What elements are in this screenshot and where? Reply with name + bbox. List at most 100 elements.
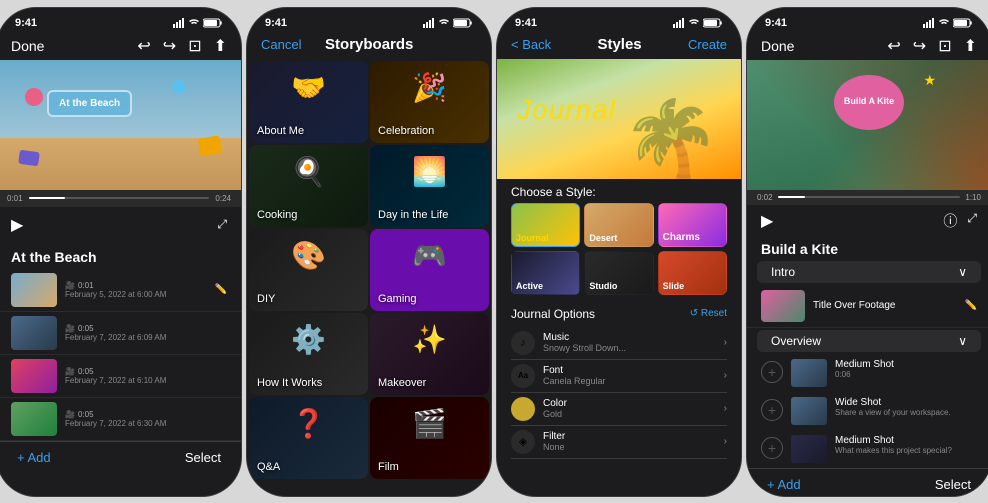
- sb-diy[interactable]: 🎨 DIY: [249, 229, 368, 311]
- journal-preview: 🌴 Journal: [497, 59, 741, 179]
- timeline-4[interactable]: 0:02 1:10: [747, 190, 988, 205]
- option-music-value: Snowy Stroll Down...: [543, 343, 716, 353]
- style-slide[interactable]: Slide: [658, 251, 727, 295]
- expand-button-4[interactable]: ⤢: [967, 211, 977, 231]
- add-medium-shot-button[interactable]: +: [761, 361, 783, 383]
- clip-edit-0[interactable]: ✏️: [215, 284, 227, 295]
- storyboard-icon[interactable]: ⊡: [188, 36, 201, 56]
- play-button-4[interactable]: ▶: [761, 211, 773, 231]
- style-charms[interactable]: Charms: [658, 203, 727, 247]
- kite-title-text: Build A Kite: [844, 96, 894, 108]
- status-time-2: 9:41: [265, 17, 287, 29]
- storyboard-icon-4[interactable]: ⊡: [938, 36, 951, 56]
- signal-icon: [173, 18, 185, 28]
- status-time-1: 9:41: [15, 17, 37, 29]
- phone-3: 9:41 < Back Styles Create 🌴 Journal Choo…: [496, 7, 742, 497]
- start-time-1: 0:01: [7, 194, 23, 203]
- sb-cooking[interactable]: 🍳 Cooking: [249, 145, 368, 227]
- add-wide-shot-button[interactable]: +: [761, 399, 783, 421]
- phone-1: 9:41 Done ↩ ↪ ⊡ ⬆ At the Beach: [0, 7, 242, 497]
- bottom-bar-4: + Add Select: [747, 468, 988, 497]
- wide-shot-thumb: [791, 397, 827, 425]
- style-studio-label: Studio: [589, 281, 617, 291]
- style-journal[interactable]: Journal: [511, 203, 580, 247]
- option-music[interactable]: ♪ Music Snowy Stroll Down... ›: [511, 327, 727, 360]
- add-button-4[interactable]: + Add: [767, 477, 801, 492]
- status-bar-3: 9:41: [497, 8, 741, 32]
- option-filter[interactable]: ◈ Filter None ›: [511, 426, 727, 459]
- sb-qa[interactable]: ❓ Q&A: [249, 397, 368, 479]
- status-icons-4: [923, 18, 973, 28]
- star-decoration: ★: [923, 72, 936, 89]
- timeline-bar-1[interactable]: [29, 197, 210, 199]
- add-medium-shot-2-button[interactable]: +: [761, 437, 783, 459]
- deco-rect2: [18, 149, 40, 166]
- title-card-text: At the Beach: [59, 98, 120, 109]
- style-desert[interactable]: Desert: [584, 203, 653, 247]
- intro-thumb: [761, 290, 805, 322]
- cancel-button[interactable]: Cancel: [261, 37, 301, 52]
- clip-thumb-3: [11, 402, 57, 436]
- sb-how-it-works[interactable]: ⚙️ How It Works: [249, 313, 368, 395]
- options-reset-button[interactable]: ↺ Reset: [690, 308, 727, 319]
- clip-thumb-0: [11, 273, 57, 307]
- undo-icon-4[interactable]: ↩: [887, 36, 900, 56]
- redo-icon-4[interactable]: ↪: [913, 36, 926, 56]
- play-button-1[interactable]: ▶: [11, 215, 23, 235]
- overview-wide-shot[interactable]: + Wide Shot Share a view of your workspa…: [747, 392, 988, 430]
- overview-medium-shot[interactable]: + Medium Shot 0:06: [747, 354, 988, 392]
- add-button-1[interactable]: + Add: [17, 450, 51, 465]
- style-studio[interactable]: Studio: [584, 251, 653, 295]
- medium-shot-info: Medium Shot 0:06: [835, 359, 977, 379]
- title-over-footage-item[interactable]: Title Over Footage ✏️: [747, 285, 988, 328]
- sb-makeover[interactable]: ✨ Makeover: [370, 313, 489, 395]
- redo-icon[interactable]: ↪: [163, 36, 176, 56]
- share-icon[interactable]: ⬆: [214, 36, 227, 56]
- expand-button-1[interactable]: ⤢: [217, 217, 227, 232]
- phone3-header: < Back Styles Create: [497, 32, 741, 59]
- medium-shot-thumb: [791, 359, 827, 387]
- option-music-chevron: ›: [724, 337, 727, 348]
- storyboards-title: Storyboards: [325, 36, 413, 53]
- done-button[interactable]: Done: [11, 38, 44, 54]
- timeline-bar-4[interactable]: [778, 196, 961, 198]
- overview-segment-header[interactable]: Overview ∨: [757, 330, 981, 352]
- create-button[interactable]: Create: [688, 37, 727, 52]
- wifi-icon: [189, 18, 199, 28]
- intro-segment-header[interactable]: Intro ∨: [757, 261, 981, 283]
- info-button-4[interactable]: ⓘ: [943, 211, 957, 231]
- phone1-nav: Done ↩ ↪ ⊡ ⬆: [0, 32, 241, 60]
- overview-medium-shot-2[interactable]: + Medium Shot What makes this project sp…: [747, 430, 988, 468]
- undo-icon[interactable]: ↩: [137, 36, 150, 56]
- video-timeline-1[interactable]: 0:01 0:24: [0, 190, 241, 207]
- option-font[interactable]: Aa Font Canela Regular ›: [511, 360, 727, 393]
- intro-edit-icon[interactable]: ✏️: [965, 300, 977, 311]
- select-button-4[interactable]: Select: [935, 477, 971, 492]
- clip-item-1[interactable]: 🎥 0:05 February 7, 2022 at 6:09 AM: [0, 312, 241, 355]
- timeline-progress-4: [778, 196, 805, 198]
- medium-shot-2-thumb: [791, 435, 827, 463]
- status-time-3: 9:41: [515, 17, 537, 29]
- sb-film[interactable]: 🎬 Film: [370, 397, 489, 479]
- back-button[interactable]: < Back: [511, 37, 551, 52]
- style-active[interactable]: Active: [511, 251, 580, 295]
- share-icon-4[interactable]: ⬆: [964, 36, 977, 56]
- clip-item-2[interactable]: 🎥 0:05 February 7, 2022 at 6:10 AM: [0, 355, 241, 398]
- status-bar-4: 9:41: [747, 8, 988, 32]
- option-color-info: Color Gold: [543, 398, 716, 419]
- styles-title: Styles: [597, 36, 641, 53]
- wifi-icon-3: [689, 18, 699, 28]
- controls-4: ▶ ⓘ ⤢: [747, 205, 988, 237]
- clip-item-0[interactable]: 🎥 0:01 February 5, 2022 at 6:00 AM ✏️: [0, 269, 241, 312]
- sb-day-in-life[interactable]: 🌅 Day in the Life: [370, 145, 489, 227]
- nav-icons: ↩ ↪ ⊡ ⬆: [137, 36, 227, 56]
- sb-gaming[interactable]: 🎮 Gaming: [370, 229, 489, 311]
- sb-about-me[interactable]: 🤝 About Me: [249, 61, 368, 143]
- select-button-1[interactable]: Select: [185, 450, 221, 465]
- option-color[interactable]: Color Gold ›: [511, 393, 727, 426]
- clip-item-3[interactable]: 🎥 0:05 February 7, 2022 at 6:30 AM: [0, 398, 241, 441]
- sb-celebration[interactable]: 🎉 Celebration: [370, 61, 489, 143]
- film-icon: 🎬: [412, 407, 447, 440]
- gaming-icon: 🎮: [412, 239, 447, 272]
- done-button-4[interactable]: Done: [761, 38, 794, 54]
